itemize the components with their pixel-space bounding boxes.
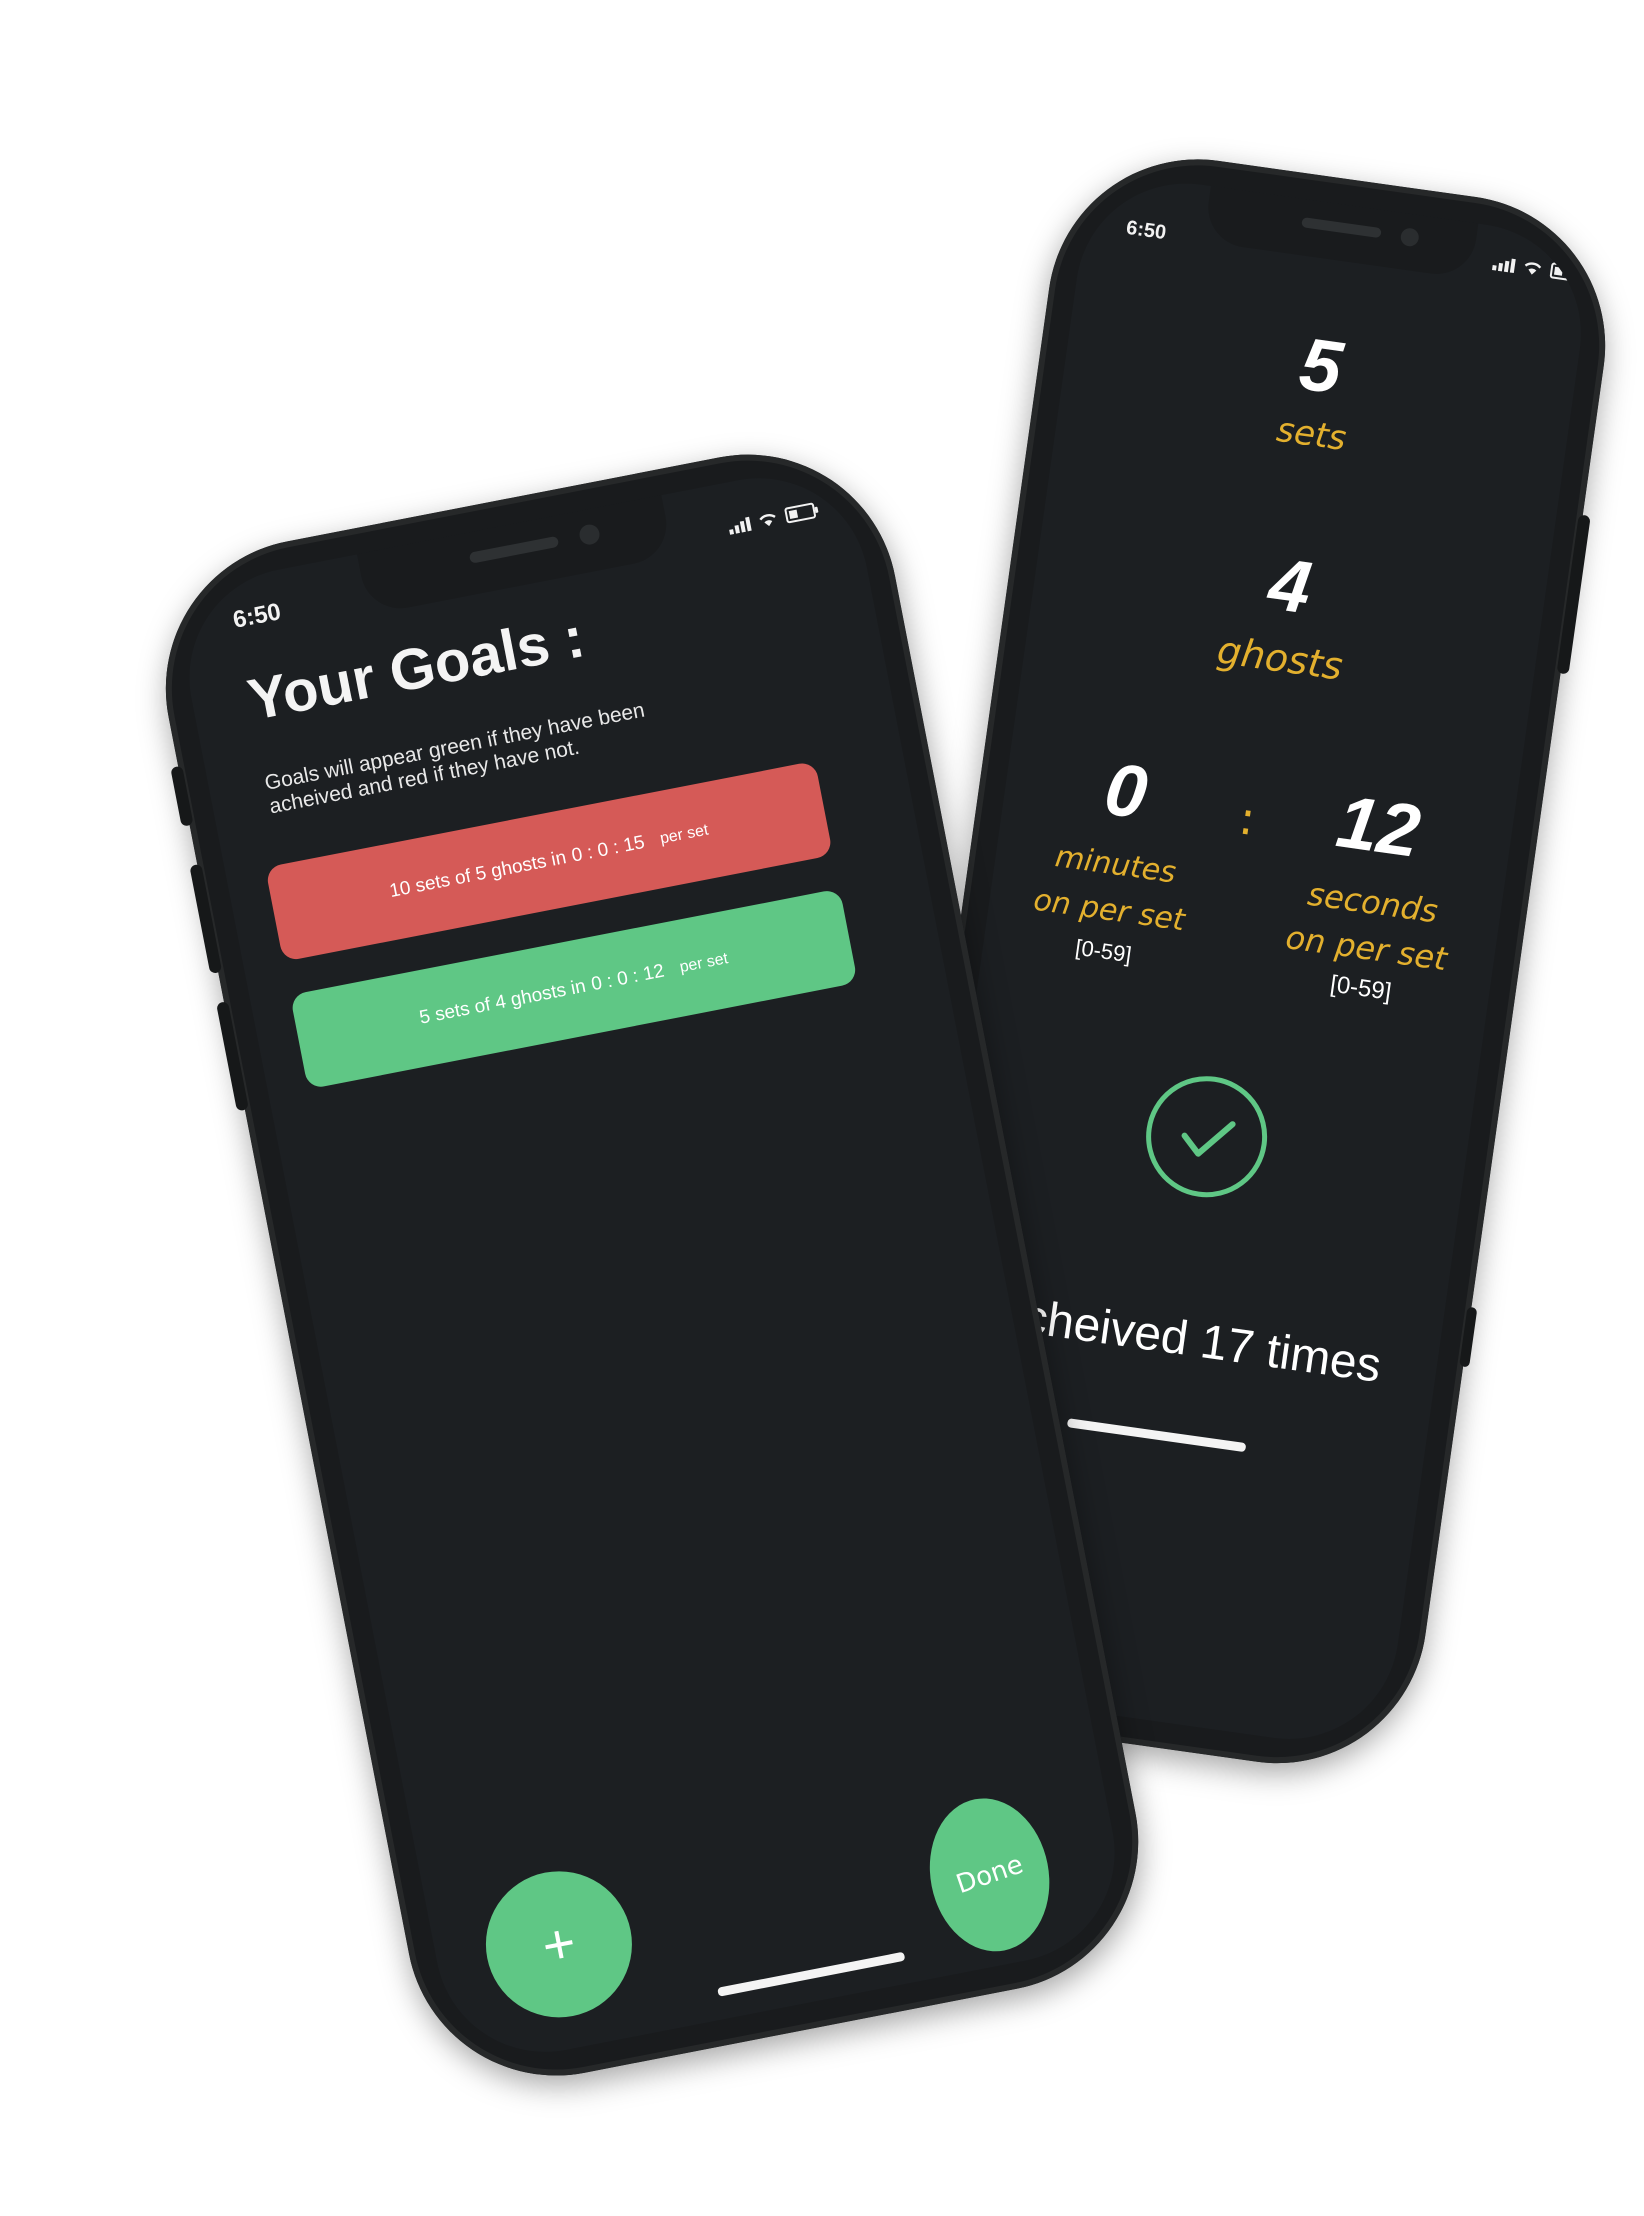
check-circle-icon[interactable] (1137, 1067, 1277, 1207)
right-home-indicator[interactable] (1066, 1418, 1247, 1453)
right-phone-camera (1399, 227, 1420, 248)
goal-text: 5 sets of 4 ghosts in (417, 975, 588, 1029)
cellular-signal-icon (727, 516, 752, 535)
wifi-icon (757, 510, 780, 530)
goal-text: 10 sets of 5 ghosts in (387, 847, 569, 903)
battery-icon (1549, 262, 1582, 283)
add-goal-button[interactable]: + (473, 1858, 645, 2030)
goal-per-set: per set (678, 950, 730, 977)
goal-per-set: per set (658, 821, 710, 848)
minutes-value[interactable]: 0 (1061, 740, 1192, 841)
goal-time: 0 : 0 : 15 (569, 831, 647, 867)
goal-time: 0 : 0 : 12 (589, 960, 667, 996)
right-status-time: 6:50 (1124, 216, 1168, 245)
left-phone-camera (577, 522, 602, 547)
left-status-time: 6:50 (230, 598, 284, 634)
left-status-icons (727, 502, 817, 535)
wifi-icon (1522, 258, 1544, 277)
left-phone-screen: 6:50 Your Goals : Goals will appear gree… (170, 459, 1134, 2071)
cellular-signal-icon (1492, 256, 1516, 274)
plus-icon: + (536, 1909, 581, 1978)
seconds-value[interactable]: 12 (1298, 774, 1458, 879)
done-button-label: Done (952, 1849, 1027, 1901)
done-button[interactable]: Done (916, 1788, 1063, 1962)
mockup-scene: 6:50 5 sets 4 ghosts 0 minutes on per se… (0, 0, 1644, 2216)
right-phone-speaker (1301, 217, 1382, 239)
battery-icon (783, 502, 817, 524)
time-separator: : (1235, 790, 1259, 847)
left-phone-speaker (468, 535, 560, 564)
page-title: Your Goals : (242, 604, 590, 734)
